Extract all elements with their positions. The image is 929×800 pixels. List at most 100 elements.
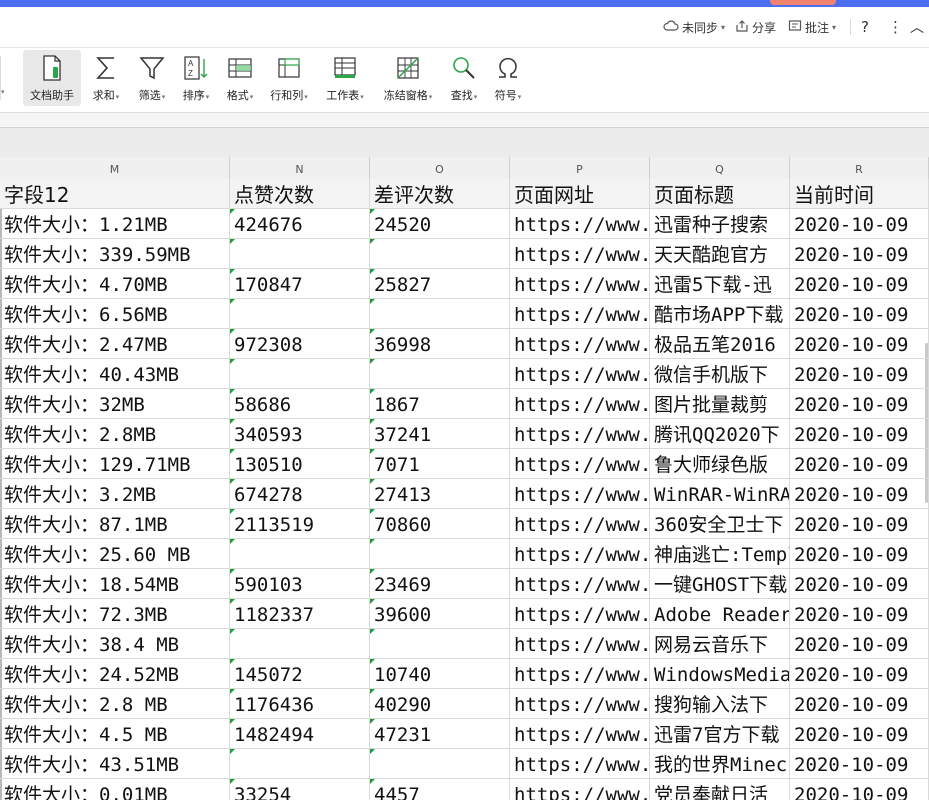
table-cell[interactable]: 2020-10-09 <box>790 419 929 449</box>
table-cell[interactable]: 70860 <box>370 509 510 539</box>
table-cell[interactable]: 极品五笔2016 <box>650 329 790 359</box>
table-cell[interactable] <box>230 299 370 329</box>
table-cell[interactable] <box>230 629 370 659</box>
help-button[interactable]: ? <box>861 17 869 37</box>
header-cell[interactable]: 点赞次数 <box>230 179 370 209</box>
table-cell[interactable]: https://www. <box>510 419 650 449</box>
table-cell[interactable]: https://www. <box>510 599 650 629</box>
table-cell[interactable]: 迅雷5下载-迅 <box>650 269 790 299</box>
table-cell[interactable]: https://www. <box>510 299 650 329</box>
table-cell[interactable]: 2020-10-09 <box>790 719 929 749</box>
worksheet-button[interactable]: 工作表▾ <box>322 50 368 106</box>
table-cell[interactable]: 网易云音乐下 <box>650 629 790 659</box>
table-cell[interactable]: https://www. <box>510 209 650 239</box>
column-header-p[interactable]: P <box>510 157 650 179</box>
table-cell[interactable] <box>370 299 510 329</box>
sort-button[interactable]: AZ 排序▾ <box>178 50 214 106</box>
table-cell[interactable]: 2113519 <box>230 509 370 539</box>
table-cell[interactable]: 酷市场APP下载 <box>650 299 790 329</box>
table-cell[interactable]: 迅雷种子搜索 <box>650 209 790 239</box>
table-cell[interactable]: 软件大小：43.51MB <box>0 749 230 779</box>
table-cell[interactable]: 1182337 <box>230 599 370 629</box>
table-cell[interactable]: 2020-10-09 <box>790 569 929 599</box>
table-cell[interactable]: 40290 <box>370 689 510 719</box>
table-cell[interactable]: 天天酷跑官方 <box>650 239 790 269</box>
table-cell[interactable]: 2020-10-09 <box>790 329 929 359</box>
header-cell[interactable]: 当前时间 <box>790 179 929 209</box>
table-cell[interactable]: 36998 <box>370 329 510 359</box>
table-cell[interactable]: 972308 <box>230 329 370 359</box>
table-cell[interactable]: 2020-10-09 <box>790 539 929 569</box>
table-cell[interactable] <box>230 539 370 569</box>
table-cell[interactable]: https://www. <box>510 389 650 419</box>
table-cell[interactable]: 7071 <box>370 449 510 479</box>
table-cell[interactable]: 软件大小：40.43MB <box>0 359 230 389</box>
filter-button[interactable]: 筛选▾ <box>134 50 170 106</box>
table-cell[interactable]: 软件大小：2.8 MB <box>0 689 230 719</box>
table-cell[interactable]: 软件大小：129.71MB <box>0 449 230 479</box>
table-cell[interactable]: 软件大小：2.8MB <box>0 419 230 449</box>
table-cell[interactable]: 1482494 <box>230 719 370 749</box>
table-cell[interactable]: https://www. <box>510 659 650 689</box>
table-cell[interactable]: 我的世界Minecraft <box>650 749 790 779</box>
table-cell[interactable] <box>370 539 510 569</box>
table-cell[interactable]: https://www. <box>510 539 650 569</box>
table-cell[interactable]: 神庙逃亡:Temple <box>650 539 790 569</box>
table-cell[interactable]: 10740 <box>370 659 510 689</box>
more-button[interactable]: ⋮ <box>888 17 903 37</box>
table-cell[interactable] <box>370 629 510 659</box>
table-cell[interactable]: 2020-10-09 <box>790 509 929 539</box>
table-cell[interactable] <box>370 749 510 779</box>
table-cell[interactable]: WinRAR-WinRAR <box>650 479 790 509</box>
table-cell[interactable]: 2020-10-09 <box>790 779 929 800</box>
table-cell[interactable]: 424676 <box>230 209 370 239</box>
table-cell[interactable]: 170847 <box>230 269 370 299</box>
table-cell[interactable]: 2020-10-09 <box>790 389 929 419</box>
table-cell[interactable]: 图片批量裁剪 <box>650 389 790 419</box>
table-cell[interactable]: https://www. <box>510 239 650 269</box>
format-button[interactable]: 格式▾ <box>222 50 258 106</box>
find-button[interactable]: 查找▾ <box>446 50 482 106</box>
table-cell[interactable]: 软件大小：24.52MB <box>0 659 230 689</box>
table-cell[interactable]: 58686 <box>230 389 370 419</box>
table-cell[interactable] <box>370 359 510 389</box>
column-header-m[interactable]: M <box>0 157 230 179</box>
table-cell[interactable]: 软件大小：32MB <box>0 389 230 419</box>
table-cell[interactable]: 2020-10-09 <box>790 209 929 239</box>
table-cell[interactable] <box>370 239 510 269</box>
table-cell[interactable]: 软件大小：3.2MB <box>0 479 230 509</box>
table-cell[interactable]: 2020-10-09 <box>790 449 929 479</box>
comment-button[interactable]: 批注 ▾ <box>788 17 836 37</box>
table-cell[interactable]: 软件大小：339.59MB <box>0 239 230 269</box>
table-cell[interactable]: 2020-10-09 <box>790 629 929 659</box>
table-cell[interactable]: 27413 <box>370 479 510 509</box>
sum-button[interactable]: 求和▾ <box>88 50 124 106</box>
table-cell[interactable]: 软件大小：4.70MB <box>0 269 230 299</box>
header-cell[interactable]: 页面网址 <box>510 179 650 209</box>
table-cell[interactable]: https://www. <box>510 479 650 509</box>
table-cell[interactable]: 2020-10-09 <box>790 299 929 329</box>
table-cell[interactable] <box>230 239 370 269</box>
table-cell[interactable]: 软件大小：18.54MB <box>0 569 230 599</box>
table-cell[interactable]: https://www. <box>510 749 650 779</box>
formula-bar[interactable] <box>0 113 929 127</box>
table-cell[interactable]: https://www. <box>510 779 650 800</box>
column-header-o[interactable]: O <box>370 157 510 179</box>
table-cell[interactable]: https://www. <box>510 359 650 389</box>
freeze-panes-button[interactable]: 冻结窗格▾ <box>378 50 438 106</box>
table-cell[interactable]: 软件大小：4.5 MB <box>0 719 230 749</box>
header-cell[interactable]: 页面标题 <box>650 179 790 209</box>
table-cell[interactable]: 2020-10-09 <box>790 689 929 719</box>
table-cell[interactable]: 迅雷7官方下载 <box>650 719 790 749</box>
document-assistant-button[interactable]: 文档助手 <box>23 50 81 106</box>
table-cell[interactable]: 37241 <box>370 419 510 449</box>
table-cell[interactable]: 25827 <box>370 269 510 299</box>
rows-columns-button[interactable]: 行和列▾ <box>266 50 312 106</box>
table-cell[interactable]: 1867 <box>370 389 510 419</box>
table-cell[interactable]: 软件大小：1.21MB <box>0 209 230 239</box>
table-cell[interactable]: https://www. <box>510 329 650 359</box>
share-button[interactable]: 分享 <box>735 17 776 37</box>
table-cell[interactable]: 微信手机版下 <box>650 359 790 389</box>
table-cell[interactable]: https://www. <box>510 449 650 479</box>
table-cell[interactable]: 47231 <box>370 719 510 749</box>
